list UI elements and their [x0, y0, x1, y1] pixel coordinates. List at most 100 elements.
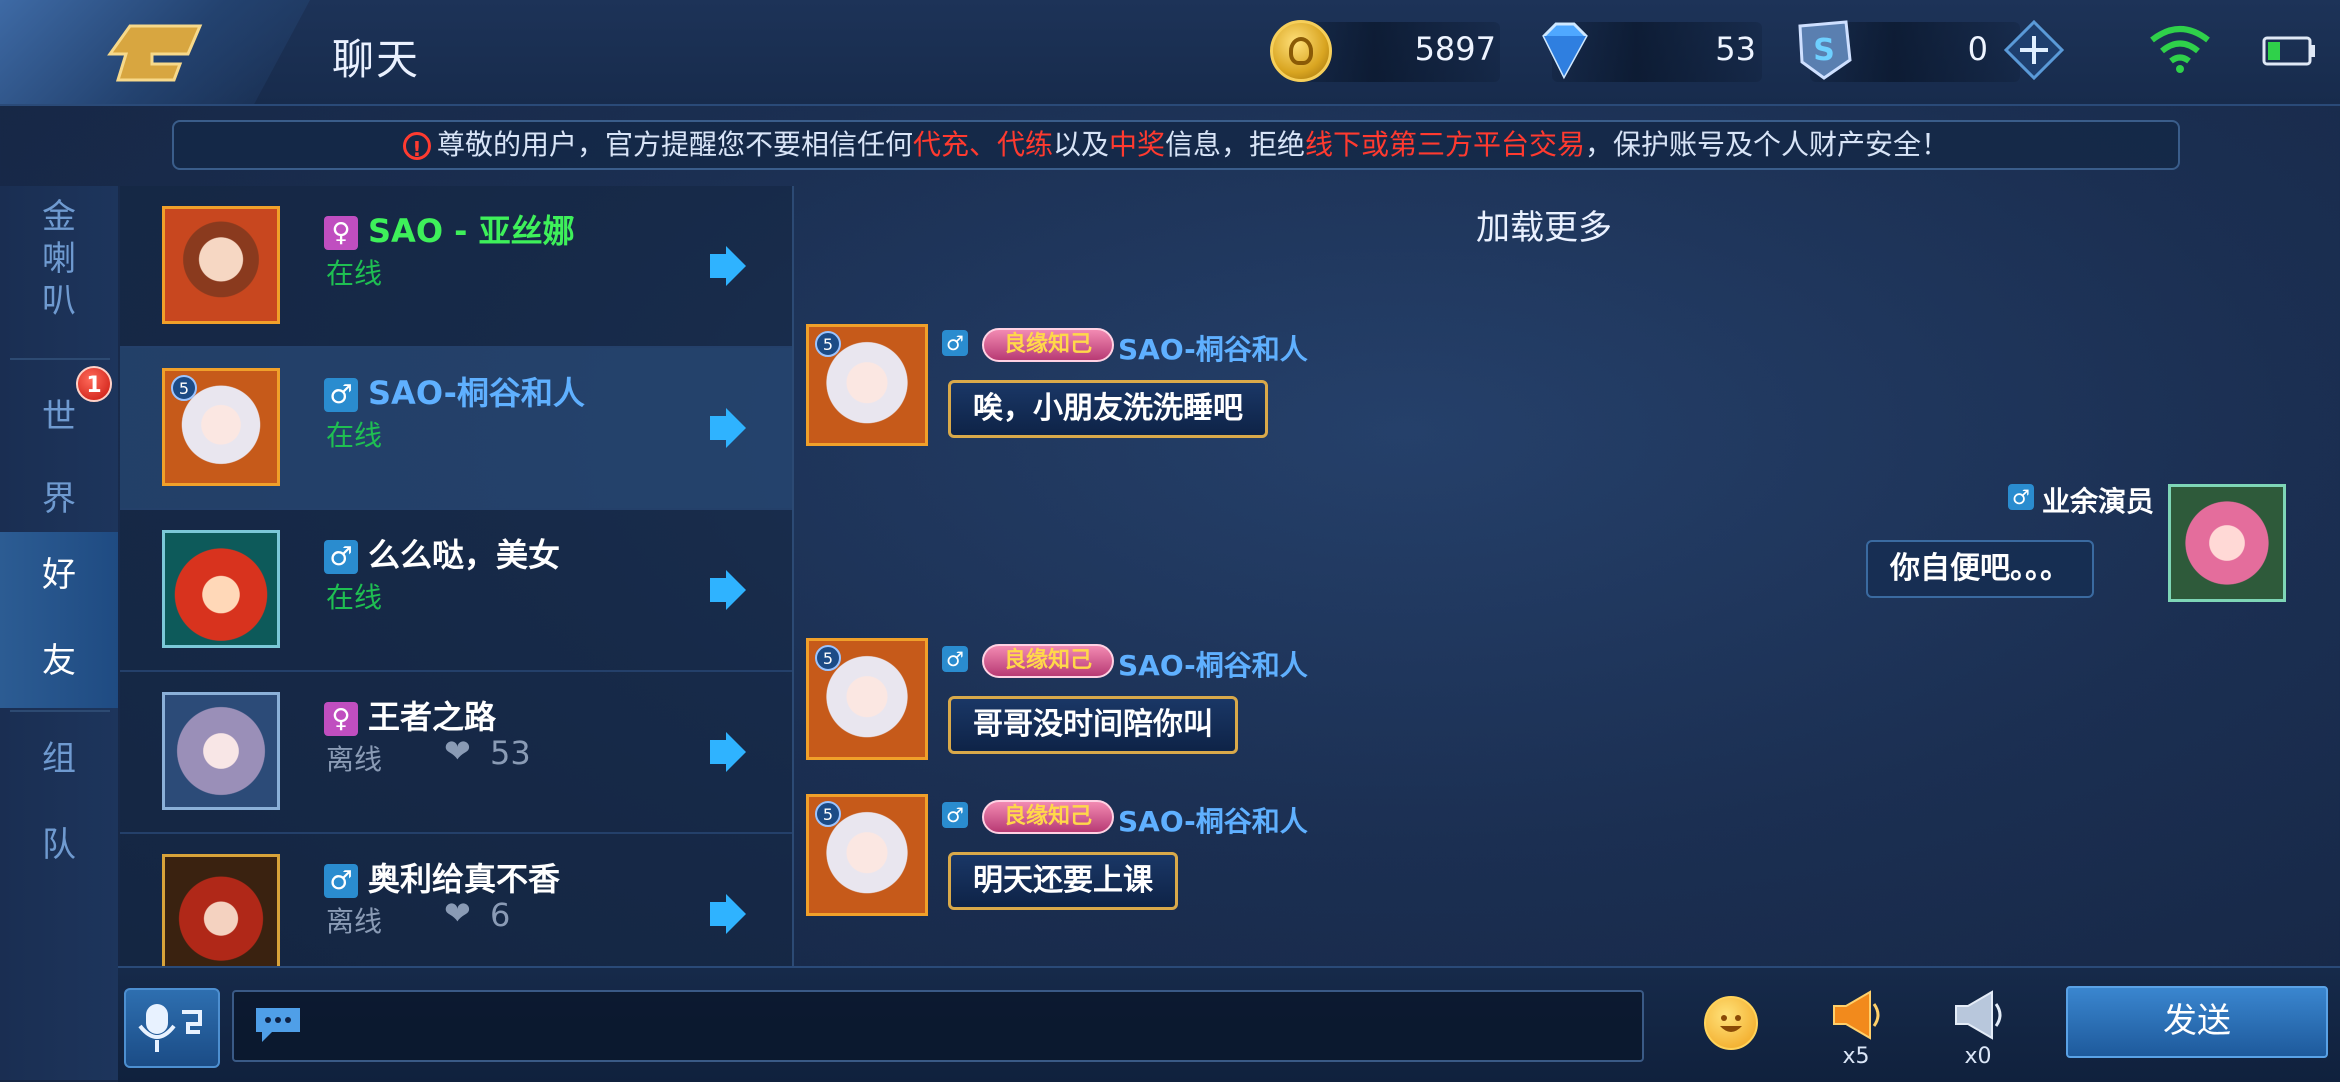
- friend-name: ♀ SAO - 亚丝娜: [324, 206, 575, 252]
- tab-char: 叭: [42, 281, 76, 321]
- microphone-icon: [138, 1004, 202, 1052]
- level-badge: 5: [815, 801, 841, 827]
- channel-tabs: 金 喇 叭 世 界 好 友 组 队 1: [0, 186, 118, 1080]
- notice-text: 以及: [1052, 128, 1109, 161]
- load-more-button[interactable]: 加载更多: [1476, 200, 1612, 249]
- tab-friends[interactable]: 好 友: [0, 532, 118, 708]
- male-icon: ♂: [324, 540, 358, 574]
- level-badge: 5: [171, 375, 197, 401]
- friend-item[interactable]: ♀ 王者之路 离线 ❤ 53: [120, 672, 792, 834]
- friend-status: 离线: [326, 743, 383, 776]
- male-icon: ♂: [942, 330, 968, 356]
- small-horn-count: x0: [1964, 1044, 1992, 1069]
- level-badge: 5: [815, 645, 841, 671]
- female-icon: ♀: [324, 216, 358, 250]
- gold-value: 5897: [1414, 30, 1496, 68]
- message-avatar[interactable]: 5: [806, 324, 928, 446]
- tab-char: 喇: [42, 239, 76, 279]
- message-bubble: 唉，小朋友洗洗睡吧: [948, 380, 1268, 438]
- avatar: [162, 206, 280, 324]
- arrow-right-icon[interactable]: [704, 244, 748, 288]
- ticket-shield-icon: S: [1798, 20, 1852, 80]
- message-avatar[interactable]: 5: [806, 794, 928, 916]
- arrow-right-icon[interactable]: [704, 730, 748, 774]
- tab-char: 金: [42, 197, 76, 237]
- male-icon: ♂: [2008, 484, 2034, 510]
- friend-item[interactable]: ♂ 么么哒，美女 在线: [120, 510, 792, 672]
- tab-golden-horn[interactable]: 金 喇 叭: [0, 196, 118, 322]
- message-sender: 业余演员: [2042, 485, 2155, 518]
- message-bubble: 明天还要上课: [948, 852, 1178, 910]
- tab-char: 好: [42, 555, 76, 595]
- ticket-value: 0: [1967, 30, 1988, 68]
- add-currency-button[interactable]: [2004, 20, 2064, 80]
- friend-item[interactable]: 5 ♂ SAO-桐谷和人 在线: [120, 348, 792, 510]
- battery-icon: [2262, 36, 2315, 66]
- tab-team[interactable]: 组 队: [0, 716, 118, 888]
- smile-icon: [1720, 1015, 1742, 1032]
- friend-status: 在线: [326, 419, 383, 452]
- svg-text:S: S: [1813, 33, 1835, 68]
- arrow-right-icon[interactable]: [704, 406, 748, 450]
- avatar: [162, 692, 280, 810]
- female-icon: ♀: [324, 702, 358, 736]
- wifi-icon: [2150, 26, 2210, 73]
- arrow-right-icon[interactable]: [704, 892, 748, 936]
- notice-highlight: 代充、代练: [912, 128, 1053, 161]
- unread-badge: 1: [76, 366, 112, 402]
- message-bubble-self: 你自便吧。。。: [1866, 540, 2094, 598]
- male-icon: ♂: [942, 802, 968, 828]
- friend-status: 在线: [326, 581, 383, 614]
- notice-text: 信息，拒绝: [1165, 128, 1306, 161]
- back-arrow-icon: [107, 24, 203, 82]
- friend-item[interactable]: ♀ SAO - 亚丝娜 在线: [120, 186, 792, 348]
- friend-name: ♂ SAO-桐谷和人: [324, 368, 585, 414]
- avatar: [162, 854, 280, 966]
- small-horn-button[interactable]: [1948, 988, 2008, 1042]
- tab-char: 组: [42, 739, 76, 779]
- diamond-icon: [1542, 22, 1588, 80]
- intimacy-value: 53: [490, 734, 531, 772]
- diamond-value: 53: [1715, 30, 1756, 68]
- heart-icon: ❤: [444, 894, 471, 932]
- message-avatar-self[interactable]: [2168, 484, 2286, 602]
- voice-input-button[interactable]: [124, 988, 220, 1068]
- male-icon: ♂: [324, 378, 358, 412]
- friend-list: ♀ SAO - 亚丝娜 在线 5 ♂ SAO-桐谷和人 在线 ♂ 么么哒，美女 在线 …: [120, 186, 794, 966]
- tab-divider: [10, 710, 110, 712]
- friend-item[interactable]: ♂ 奥利给真不香 离线 ❤ 6: [120, 834, 792, 966]
- chat-bubble-icon: [256, 1008, 300, 1042]
- tab-char: 队: [42, 825, 76, 865]
- male-icon: ♂: [942, 646, 968, 672]
- message-bubble: 哥哥没时间陪你叫: [948, 696, 1238, 754]
- relationship-tag: 良缘知己: [982, 800, 1114, 834]
- friend-name: ♂ 奥利给真不香: [324, 854, 560, 900]
- notice-text: 尊敬的用户，官方提醒您不要相信任何: [436, 128, 913, 161]
- message-sender: SAO-桐谷和人: [1118, 805, 1308, 838]
- male-icon: ♂: [324, 864, 358, 898]
- notice-highlight: 线下或第三方平台交易: [1305, 128, 1586, 161]
- message-avatar[interactable]: 5: [806, 638, 928, 760]
- emoji-button[interactable]: [1704, 996, 1758, 1050]
- friend-name-text: 王者之路: [368, 698, 497, 736]
- relationship-tag: 良缘知己: [982, 328, 1114, 362]
- friend-name: ♂ 么么哒，美女: [324, 530, 560, 576]
- friend-name-text: SAO - 亚丝娜: [368, 212, 575, 250]
- notice-text: ，保护账号及个人财产安全！: [1585, 128, 1950, 161]
- page-title: 聊天: [332, 35, 421, 84]
- message-input-box[interactable]: [232, 990, 1644, 1062]
- friend-name-text: 奥利给真不香: [368, 860, 561, 898]
- relationship-tag: 良缘知己: [982, 644, 1114, 678]
- message-sender: SAO-桐谷和人: [1118, 333, 1308, 366]
- avatar: 5: [162, 368, 280, 486]
- message-sender: SAO-桐谷和人: [1118, 649, 1308, 682]
- large-horn-button[interactable]: [1826, 988, 1886, 1042]
- arrow-right-icon[interactable]: [704, 568, 748, 612]
- tab-divider: [10, 358, 110, 360]
- friend-name-text: 么么哒，美女: [368, 536, 561, 574]
- send-button[interactable]: 发送: [2066, 986, 2328, 1058]
- friend-name-text: SAO-桐谷和人: [368, 374, 585, 412]
- back-button[interactable]: [100, 18, 210, 88]
- tab-char: 界: [42, 479, 76, 519]
- message-input[interactable]: [314, 992, 1618, 1062]
